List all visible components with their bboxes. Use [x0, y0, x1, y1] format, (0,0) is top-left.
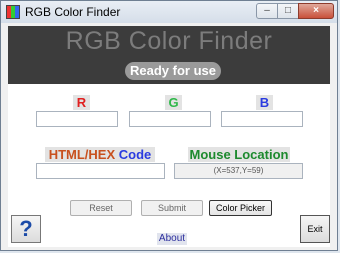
app-icon — [6, 5, 20, 19]
b-label: B — [256, 95, 273, 110]
g-input[interactable] — [129, 111, 211, 127]
color-picker-button[interactable]: Color Picker — [209, 200, 272, 216]
mouse-location-label: Mouse Location — [188, 147, 290, 162]
app-window: RGB Color Finder – □ × RGB Color Finder … — [0, 0, 338, 251]
close-button[interactable]: × — [298, 3, 334, 19]
hex-label-html: HTML/HEX — [48, 147, 116, 162]
hex-input[interactable] — [36, 163, 165, 179]
hex-label-code: Code — [118, 147, 152, 162]
help-button[interactable]: ? — [11, 215, 41, 243]
submit-button[interactable]: Submit — [141, 200, 203, 216]
hex-label: HTML/HEX Code — [45, 147, 155, 162]
about-link[interactable]: About — [157, 233, 187, 245]
r-input[interactable] — [36, 111, 118, 127]
maximize-button[interactable]: □ — [277, 3, 299, 19]
status-badge: Ready for use — [125, 62, 221, 80]
minimize-button[interactable]: – — [256, 3, 278, 19]
help-icon: ? — [19, 216, 33, 241]
reset-button[interactable]: Reset — [70, 200, 132, 216]
title-bar[interactable]: RGB Color Finder – □ × — [1, 1, 337, 23]
mouse-location-field: (X=537,Y=59) — [174, 163, 303, 179]
header-banner: RGB Color Finder Ready for use — [8, 26, 330, 84]
g-label: G — [165, 95, 182, 110]
r-label: R — [73, 95, 90, 110]
exit-button[interactable]: Exit — [300, 215, 330, 243]
header-title: RGB Color Finder — [65, 27, 273, 55]
window-title: RGB Color Finder — [25, 5, 121, 19]
b-input[interactable] — [221, 111, 303, 127]
